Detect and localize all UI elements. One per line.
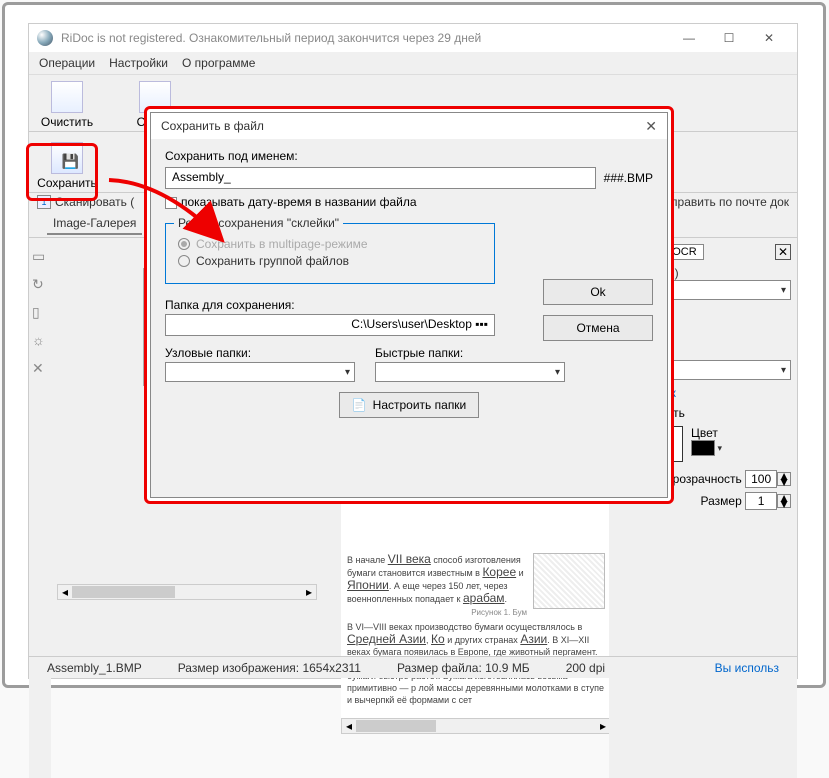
dialog-highlight: Сохранить в файл ✕ Сохранить под именем:… [144, 106, 674, 504]
configure-folders-button[interactable]: 📄 Настроить папки [339, 392, 479, 418]
highlight-save [26, 143, 98, 201]
brightness-icon[interactable]: ☼ [32, 332, 48, 348]
app-icon [37, 30, 53, 46]
cancel-button[interactable]: Отмена [543, 315, 653, 341]
arrow-annotation [104, 172, 234, 262]
status-dpi: 200 dpi [566, 661, 605, 675]
menu-about[interactable]: О программе [182, 56, 255, 70]
menu-settings[interactable]: Настройки [109, 56, 168, 70]
dialog-title: Сохранить в файл [161, 119, 264, 133]
folder-edit-icon: 📄 [352, 398, 367, 412]
node-folders-combo[interactable] [165, 362, 355, 382]
opacity-spinner[interactable]: ▲▼ [745, 470, 791, 488]
delete-icon[interactable]: ✕ [32, 360, 48, 376]
dialog-close-button[interactable]: ✕ [645, 118, 657, 135]
status-dimensions: Размер изображения: 1654x2311 [178, 661, 361, 675]
menu-operations[interactable]: Операции [39, 56, 95, 70]
status-filesize: Размер файла: 10.9 MБ [397, 661, 530, 675]
fast-folders-label: Быстрые папки: [375, 346, 565, 360]
rotate-icon[interactable]: ↻ [32, 276, 48, 292]
ok-button[interactable]: Ok [543, 279, 653, 305]
size-spinner[interactable]: ▲▼ [745, 492, 791, 510]
preview-scroll[interactable]: ◂▸ [341, 718, 611, 734]
panel-close-button[interactable]: ✕ [775, 244, 791, 260]
crop-icon[interactable]: ▯ [32, 304, 48, 320]
menubar: Операции Настройки О программе [29, 52, 797, 75]
document-icon [51, 81, 83, 113]
clear-button[interactable]: Очистить [37, 81, 97, 129]
ext-label: ###.BMP [604, 171, 653, 185]
status-link[interactable]: Вы использ [715, 661, 779, 675]
minimize-button[interactable]: — [669, 26, 709, 50]
window-title: RiDoc is not registered. Ознакомительный… [61, 31, 669, 45]
name-label: Сохранить под именем: [165, 149, 653, 163]
fast-folders-combo[interactable] [375, 362, 565, 382]
send-mail-button[interactable]: Отправить по почте док [656, 195, 789, 209]
rect-icon[interactable]: ▭ [32, 248, 48, 264]
color-picker[interactable] [691, 440, 715, 456]
maximize-button[interactable]: ☐ [709, 26, 749, 50]
node-folders-label: Узловые папки: [165, 346, 355, 360]
folder-input[interactable]: C:\Users\user\Desktop ▪▪▪ [165, 314, 495, 336]
close-button[interactable]: ✕ [749, 26, 789, 50]
save-dialog: Сохранить в файл ✕ Сохранить под именем:… [150, 112, 668, 498]
statusbar: Assembly_1.BMP Размер изображения: 1654x… [29, 656, 797, 678]
status-filename: Assembly_1.BMP [47, 661, 142, 675]
gallery-scroll[interactable]: ◂▸ [57, 584, 317, 600]
left-toolbar: ▭ ↻ ▯ ☼ ✕ [29, 238, 51, 778]
folder-label: Папка для сохранения: [165, 298, 495, 312]
titlebar: RiDoc is not registered. Ознакомительный… [29, 24, 797, 52]
